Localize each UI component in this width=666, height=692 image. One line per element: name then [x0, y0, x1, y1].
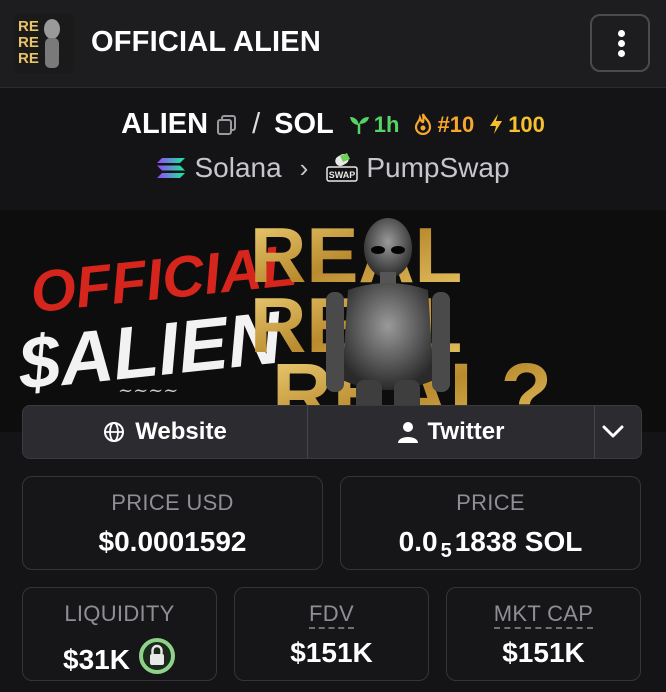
svg-text:RE: RE: [18, 18, 39, 35]
dot-icon: [618, 30, 625, 37]
more-links-button[interactable]: [595, 406, 641, 458]
user-icon: [397, 422, 418, 443]
sprout-icon: [349, 116, 369, 134]
price-usd-label: PRICE USD: [111, 490, 234, 515]
market-cap-value: $151K: [502, 637, 585, 668]
more-options-button[interactable]: [590, 14, 650, 72]
globe-icon: [104, 422, 125, 442]
price-native-card: PRICE 0.0 5 1838 SOL: [340, 476, 641, 570]
lock-icon[interactable]: [138, 637, 176, 682]
price-label: PRICE: [456, 490, 525, 515]
chain-breadcrumb: Solana › SWAP PumpSwap: [0, 152, 666, 188]
rank-text: #10: [437, 111, 475, 137]
price-native-value: 0.0 5 1838 SOL: [341, 526, 640, 563]
copy-icon[interactable]: [216, 114, 238, 136]
twitter-label: Twitter: [427, 418, 505, 445]
quote-symbol: SOL: [274, 108, 334, 140]
market-cap-label[interactable]: MKT CAP: [447, 601, 640, 629]
page-title: OFFICIAL ALIEN: [91, 26, 321, 58]
price-usd-card: PRICE USD $0.0001592: [22, 476, 323, 570]
pumpswap-icon: SWAP: [326, 153, 359, 183]
svg-text:SWAP: SWAP: [329, 170, 356, 180]
fdv-card: FDV $151K: [234, 587, 429, 681]
zero-count-subscript: 5: [440, 540, 452, 562]
price-usd-value: $0.0001592: [98, 526, 247, 557]
pair-separator: /: [252, 108, 261, 140]
age-badge: 1h: [348, 111, 400, 138]
dot-icon: [618, 40, 625, 47]
chevron-down-icon: [602, 425, 624, 438]
age-text: 1h: [373, 111, 400, 137]
market-cap-card: MKT CAP $151K: [446, 587, 641, 681]
chevron-right-icon: ›: [299, 152, 309, 183]
flame-icon: [415, 113, 432, 135]
lightning-icon: [490, 113, 503, 134]
chain-link[interactable]: Solana: [194, 152, 281, 184]
svg-text:RE: RE: [18, 34, 39, 51]
boost-badge: 100: [488, 112, 545, 138]
base-symbol: ALIEN: [121, 108, 209, 140]
token-banner-image: OFFICIAL $ALIEN ~~~~ REAL REAL REAL?: [0, 210, 666, 432]
boost-text: 100: [508, 111, 545, 137]
price-digits: 1838 SOL: [454, 526, 583, 557]
twitter-button[interactable]: Twitter: [308, 406, 594, 458]
header-bar: RE RE RE OFFICIAL ALIEN: [0, 0, 666, 88]
svg-text:RE: RE: [18, 50, 39, 67]
liquidity-card: LIQUIDITY $31K: [22, 587, 217, 681]
social-links-bar: Website Twitter: [22, 405, 642, 459]
dot-icon: [618, 50, 625, 57]
liquidity-label: LIQUIDITY: [64, 601, 175, 626]
svg-text:~~~~: ~~~~: [118, 380, 178, 401]
fdv-label[interactable]: FDV: [235, 601, 428, 629]
price-prefix: 0.0: [398, 526, 438, 557]
website-button[interactable]: Website: [23, 406, 307, 458]
trending-rank-badge: #10: [413, 112, 474, 138]
dex-link[interactable]: PumpSwap: [366, 152, 509, 184]
website-label: Website: [135, 418, 227, 445]
liquidity-value-row: $31K: [23, 637, 216, 682]
liquidity-value: $31K: [63, 644, 130, 675]
pair-row: ALIEN / SOL 1h #10 100: [0, 108, 666, 144]
token-avatar: RE RE RE: [14, 13, 74, 73]
fdv-value: $151K: [290, 637, 373, 668]
solana-icon: [156, 156, 186, 180]
